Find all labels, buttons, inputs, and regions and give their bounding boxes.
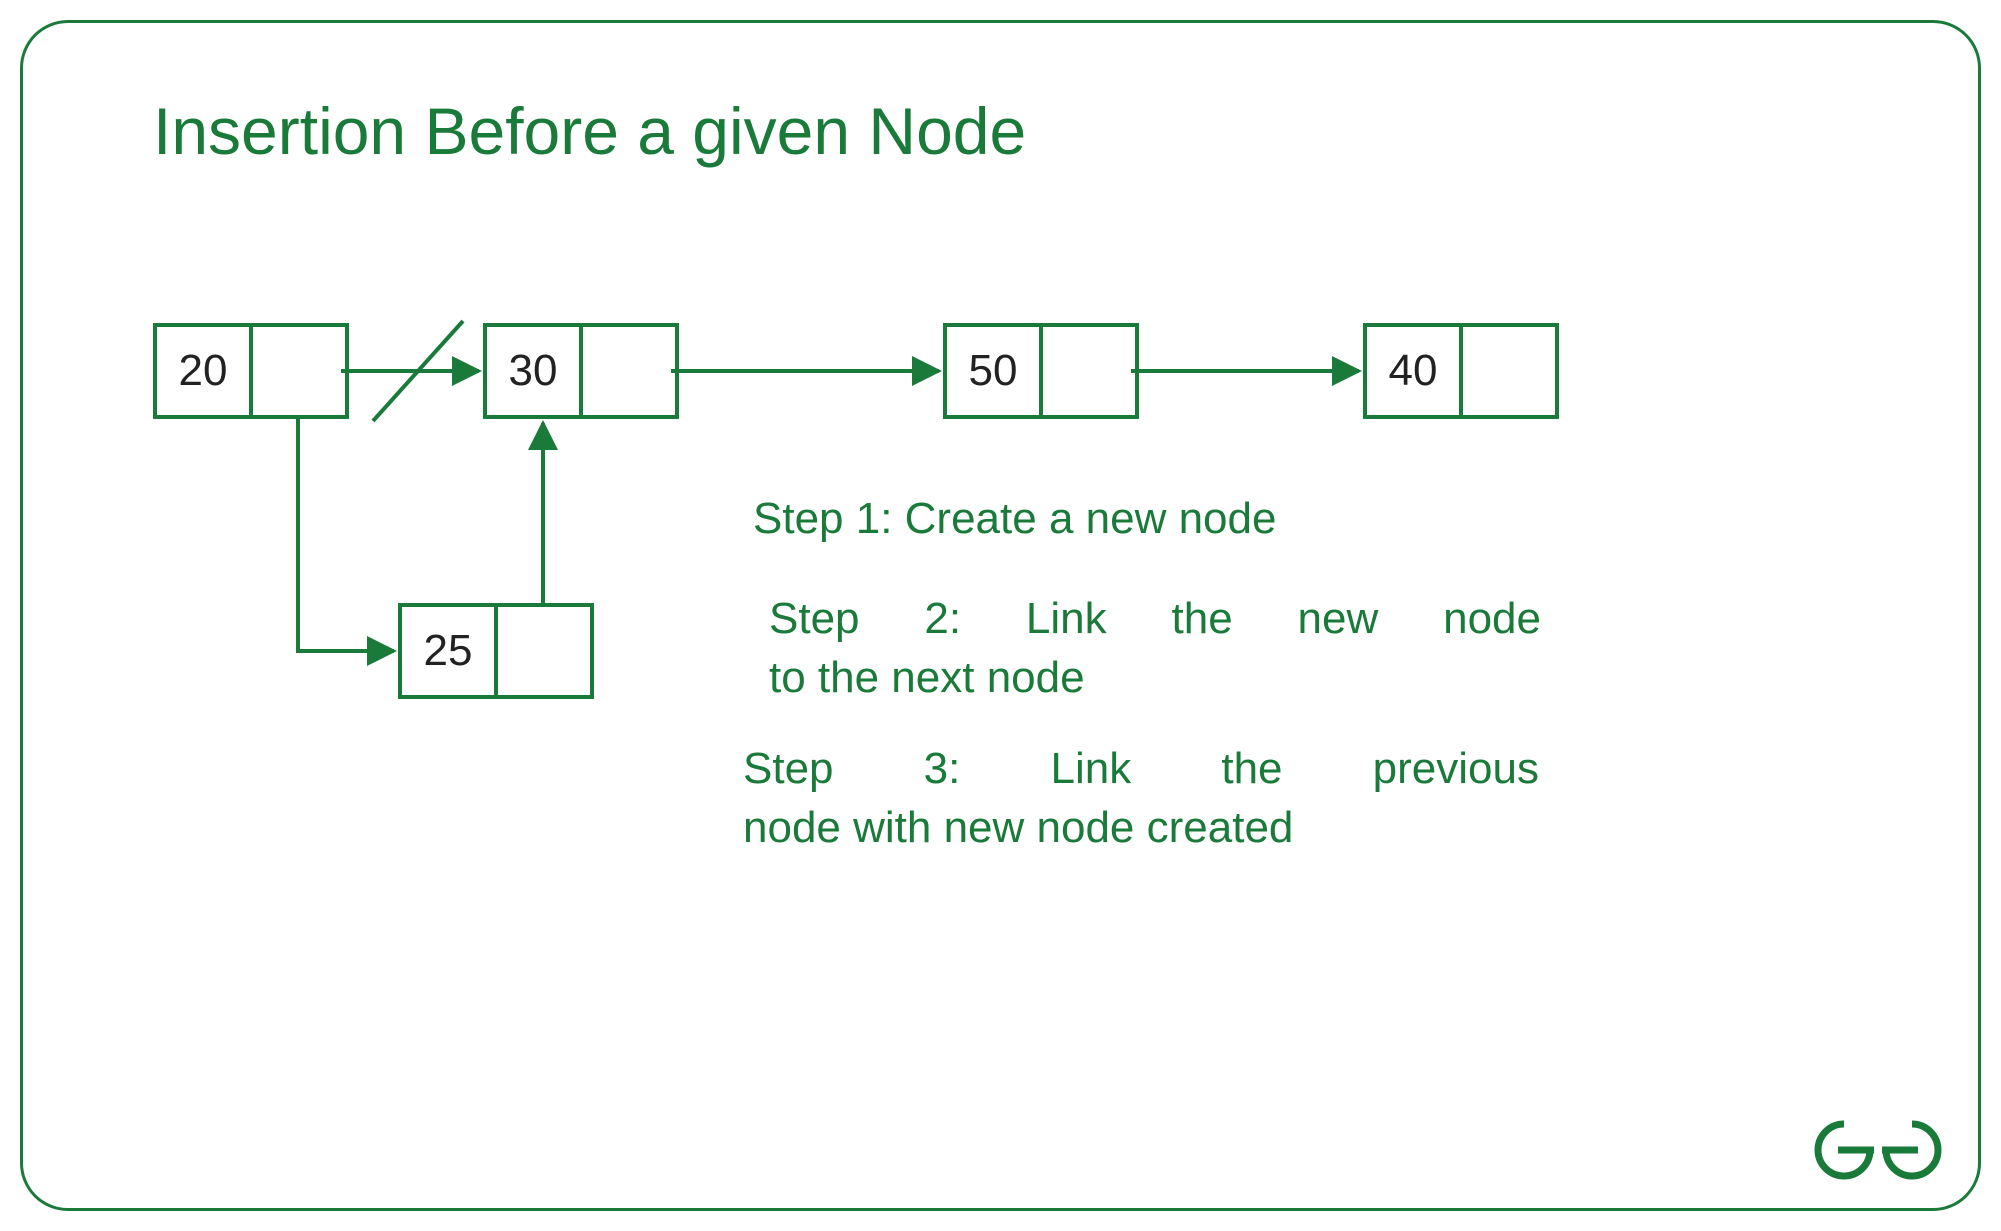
diagram-frame: Insertion Before a given Node 20 30 50 4…: [20, 20, 1981, 1211]
step-3-line2: node with new node created: [743, 798, 1293, 857]
node-20-value: 20: [157, 327, 253, 415]
step-2-line2: to the next node: [769, 648, 1085, 707]
step-1-text: Step 1: Create a new node: [753, 489, 1276, 548]
node-25-value: 25: [402, 607, 498, 695]
arrow-20-to-25: [298, 419, 394, 651]
node-25-new: 25: [398, 603, 594, 699]
node-50-pointer: [1043, 327, 1135, 415]
step-2-line1: Step 2: Link the new node: [769, 589, 1541, 648]
broken-link-slash: [373, 321, 463, 421]
node-30: 30: [483, 323, 679, 419]
node-20-pointer: [253, 327, 345, 415]
node-25-pointer: [498, 607, 590, 695]
node-20: 20: [153, 323, 349, 419]
node-30-pointer: [583, 327, 675, 415]
geeksforgeeks-logo-icon: [1808, 1110, 1948, 1190]
node-30-value: 30: [487, 327, 583, 415]
node-40: 40: [1363, 323, 1559, 419]
diagram-title: Insertion Before a given Node: [153, 93, 1026, 169]
node-40-pointer: [1463, 327, 1555, 415]
node-50-value: 50: [947, 327, 1043, 415]
step-3-line1: Step 3: Link the previous: [743, 739, 1539, 798]
node-50: 50: [943, 323, 1139, 419]
node-40-value: 40: [1367, 327, 1463, 415]
